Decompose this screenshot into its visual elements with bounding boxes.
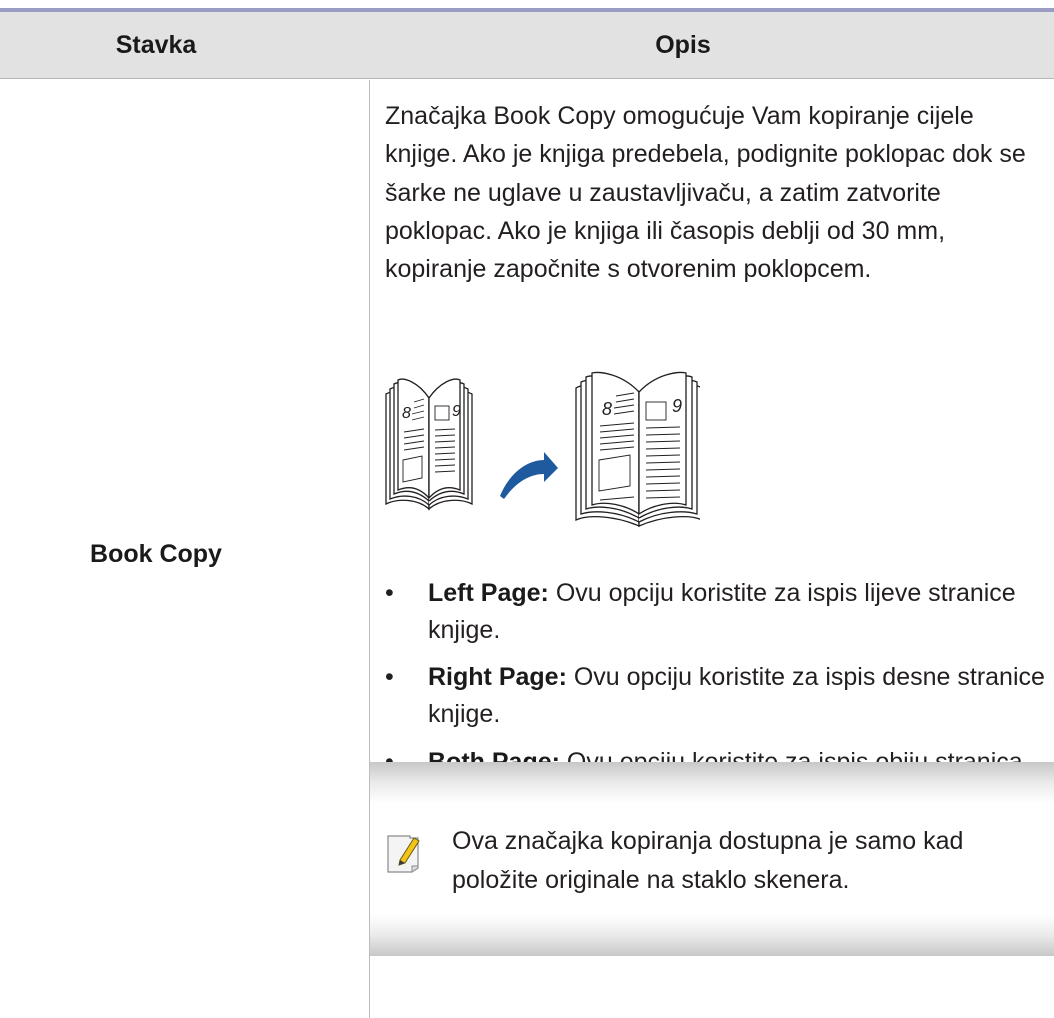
- bullet-icon: •: [385, 579, 394, 607]
- header-description: Opis: [655, 30, 711, 59]
- option-label: Left Page:: [428, 579, 549, 607]
- list-item: • Left Page: Ovu opciju koristite za isp…: [385, 575, 1045, 648]
- large-book-page-right: 9: [672, 396, 682, 416]
- note-text: Ova značajka kopiranja dostupna je samo …: [452, 827, 964, 894]
- document-page: Stavka Opis Book Copy Značajka Book Copy…: [0, 0, 1054, 1018]
- bullet-icon: •: [385, 663, 394, 692]
- item-name: Book Copy: [90, 539, 222, 568]
- header-item: Stavka: [115, 30, 197, 59]
- header-divider: [0, 78, 1054, 79]
- note-pencil-icon: [387, 835, 420, 873]
- arrow-right-icon: [500, 452, 558, 499]
- table-header-row: Stavka Opis: [0, 12, 1054, 78]
- list-item: • Right Page: Ovu opciju koristite za is…: [385, 659, 1045, 732]
- book-copy-illustration: 8 9 8 9: [385, 371, 700, 527]
- small-book-page-right: 9: [452, 403, 461, 420]
- large-book-page-left: 8: [602, 399, 612, 419]
- note-box: Ova značajka kopiranja dostupna je samo …: [370, 762, 1054, 956]
- small-book-page-left: 8: [402, 405, 411, 422]
- option-label: Right Page:: [428, 663, 567, 692]
- description-paragraph: Značajka Book Copy omogućuje Vam kopiran…: [385, 102, 1026, 284]
